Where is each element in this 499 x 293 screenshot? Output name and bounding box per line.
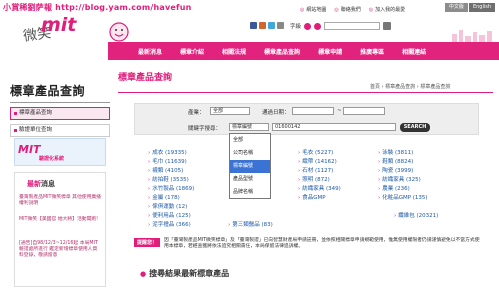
contact-link[interactable]: 聯絡我們 (334, 6, 361, 13)
lang-zh-button[interactable]: 中文版 (444, 3, 468, 12)
category-item[interactable]: 紡拍鞋 (3535) (148, 175, 189, 183)
news-item[interactable]: [通告]自98/12/3~12/16起 本局MIT驗證處所進行 鑑定新增標章使用… (19, 241, 101, 259)
category-item[interactable]: 紡織家具 (349) (298, 184, 341, 192)
font-size-large-icon[interactable] (314, 22, 322, 30)
keyword-label: 關鍵字搜尋： (188, 126, 222, 132)
category-item[interactable]: 泳裝 (3811) (378, 148, 413, 156)
industry-label: 產業： (188, 110, 205, 116)
logo-mit: mit (41, 14, 77, 36)
font-size-label: 字級 (290, 24, 302, 30)
category-item[interactable]: 陶瓷 (3999) (378, 166, 413, 174)
category-item[interactable]: 纖維包 (20321) (394, 211, 438, 219)
site-logo[interactable]: 微笑 mit (22, 14, 83, 50)
nav-product-search[interactable]: 標章產品查詢 (264, 47, 300, 56)
share-icon[interactable] (277, 22, 284, 29)
mit-verify-banner[interactable]: MIT 驗證化系統 (14, 138, 106, 166)
main-nav: 最新消息 標章介紹 相關法規 標章產品查詢 標章申請 推廣專區 相關連結 (108, 42, 499, 60)
nav-regulations[interactable]: 相關法規 (222, 47, 246, 56)
favorite-link[interactable]: 加入我的最愛 (369, 6, 405, 13)
category-item[interactable]: 毛衣 (5227) (298, 148, 333, 156)
notice-badge: 提醒您！ (134, 238, 161, 247)
nav-promotion[interactable]: 推廣專區 (360, 47, 384, 56)
date-label: 通過日期： (262, 110, 290, 116)
notice-text: 因「臺灣製產品MIT微笑標章」及「臺灣製證」已向智慧財產局申請註冊，並依照相關標… (164, 238, 480, 249)
category-item[interactable]: 第三類醫品 (83) (228, 220, 273, 228)
sidebar-title: 標章產品查詢 (10, 84, 86, 98)
watermark: 小賞稀劉萨報 http://blog.yam.com/havefun (3, 3, 192, 12)
category-item[interactable]: 農業 (236) (378, 184, 410, 192)
keyword-input[interactable]: 01600142 (272, 123, 396, 131)
site-search-button[interactable] (383, 22, 392, 30)
sidebar-divider (10, 102, 110, 103)
dropdown-option[interactable]: 產品型號 (230, 173, 270, 186)
nav-apply[interactable]: 標章申請 (318, 47, 342, 56)
page-title: 標章產品查詢 (118, 73, 173, 83)
sidebar-item-cert-unit-search[interactable]: 驗證單位查詢 (10, 124, 110, 137)
date-from-input[interactable] (292, 107, 334, 115)
category-item[interactable]: 金屬 (178) (148, 193, 180, 201)
dropdown-option[interactable]: 全部 (230, 134, 270, 147)
category-item[interactable]: 襪類 (4105) (148, 166, 183, 174)
latest-products-heading: 搜尋結果最新標章產品 (140, 268, 229, 279)
category-item[interactable]: 毛巾 (11639) (148, 157, 187, 165)
language-switch: 中文版 English (444, 3, 495, 12)
keyword-type-select[interactable]: 標章編號 (229, 123, 269, 131)
font-size-area: 字級 (290, 22, 392, 30)
mit-logo: MIT (18, 143, 41, 156)
twitter-icon[interactable] (268, 22, 275, 29)
category-item[interactable]: 鞋類 (8824) (378, 157, 413, 165)
nav-links[interactable]: 相關連結 (402, 47, 426, 56)
category-item[interactable]: 便利用品 (125) (148, 211, 191, 219)
top-links: 網站地圖 聯絡我們 加入我的最愛 (300, 6, 405, 13)
keyword-type-dropdown: 全部 公司名稱 標章編號 產品型號 品牌名稱 (229, 133, 271, 199)
mit-banner-text: 驗證化系統 (39, 156, 65, 162)
category-item[interactable]: 照明 (872) (298, 175, 330, 183)
plurk-icon[interactable] (259, 22, 266, 29)
sitemap-link[interactable]: 網站地圖 (300, 6, 326, 13)
search-button[interactable]: SEARCH (400, 123, 430, 132)
font-size-small-icon[interactable] (304, 22, 312, 30)
site-search-input[interactable] (324, 22, 381, 30)
facebook-icon[interactable] (250, 22, 257, 29)
dropdown-option-selected[interactable]: 標章編號 (230, 160, 270, 173)
social-icons (250, 22, 284, 29)
dropdown-option[interactable]: 品牌名稱 (230, 186, 270, 199)
category-item[interactable]: 水竹製品 (1869) (148, 184, 194, 192)
category-item[interactable]: 紡織家具 (325) (378, 175, 421, 183)
news-item[interactable]: MIT微笑【美國官 她大將】活動開跑! (19, 217, 101, 223)
lang-en-button[interactable]: English (468, 3, 495, 12)
nav-mark-intro[interactable]: 標章介紹 (180, 47, 204, 56)
category-item[interactable]: 石材 (1127) (298, 166, 333, 174)
nav-news[interactable]: 最新消息 (138, 47, 162, 56)
category-item[interactable]: 織帶 (14162) (298, 157, 337, 165)
notice-box: 提醒您！ 因「臺灣製產品MIT微笑標章」及「臺灣製證」已向智慧財產局申請註冊，並… (134, 238, 489, 258)
category-item[interactable]: 成衣 (19335) (148, 148, 187, 156)
category-item[interactable]: 食品GMP (298, 193, 325, 201)
news-item[interactable]: 臺灣製產品MIT微笑標章 其他使用廣播權利說明 (19, 195, 101, 207)
category-item[interactable]: 泥字禮品 (366) (148, 220, 191, 228)
title-divider (118, 92, 493, 93)
industry-select[interactable]: 全部 (210, 107, 250, 115)
breadcrumb[interactable]: 首頁 › 標章產品查詢 › 標章產品查詢 (370, 83, 450, 90)
news-title: 最新消息 (27, 180, 55, 188)
category-item[interactable]: 化粧品GMP (135) (378, 193, 427, 201)
dropdown-option[interactable]: 公司名稱 (230, 147, 270, 160)
category-item[interactable]: 傢俱運動 (12) (148, 202, 187, 210)
sidebar-item-product-search[interactable]: 標章產品查詢 (10, 107, 110, 120)
sidebar: 標章產品查詢 標章產品查詢 驗證單位查詢 (10, 82, 110, 137)
news-box: 最新消息 臺灣製產品MIT微笑標章 其他使用廣播權利說明 MIT微笑【美國官 她… (14, 172, 106, 287)
date-to-input[interactable] (343, 107, 385, 115)
